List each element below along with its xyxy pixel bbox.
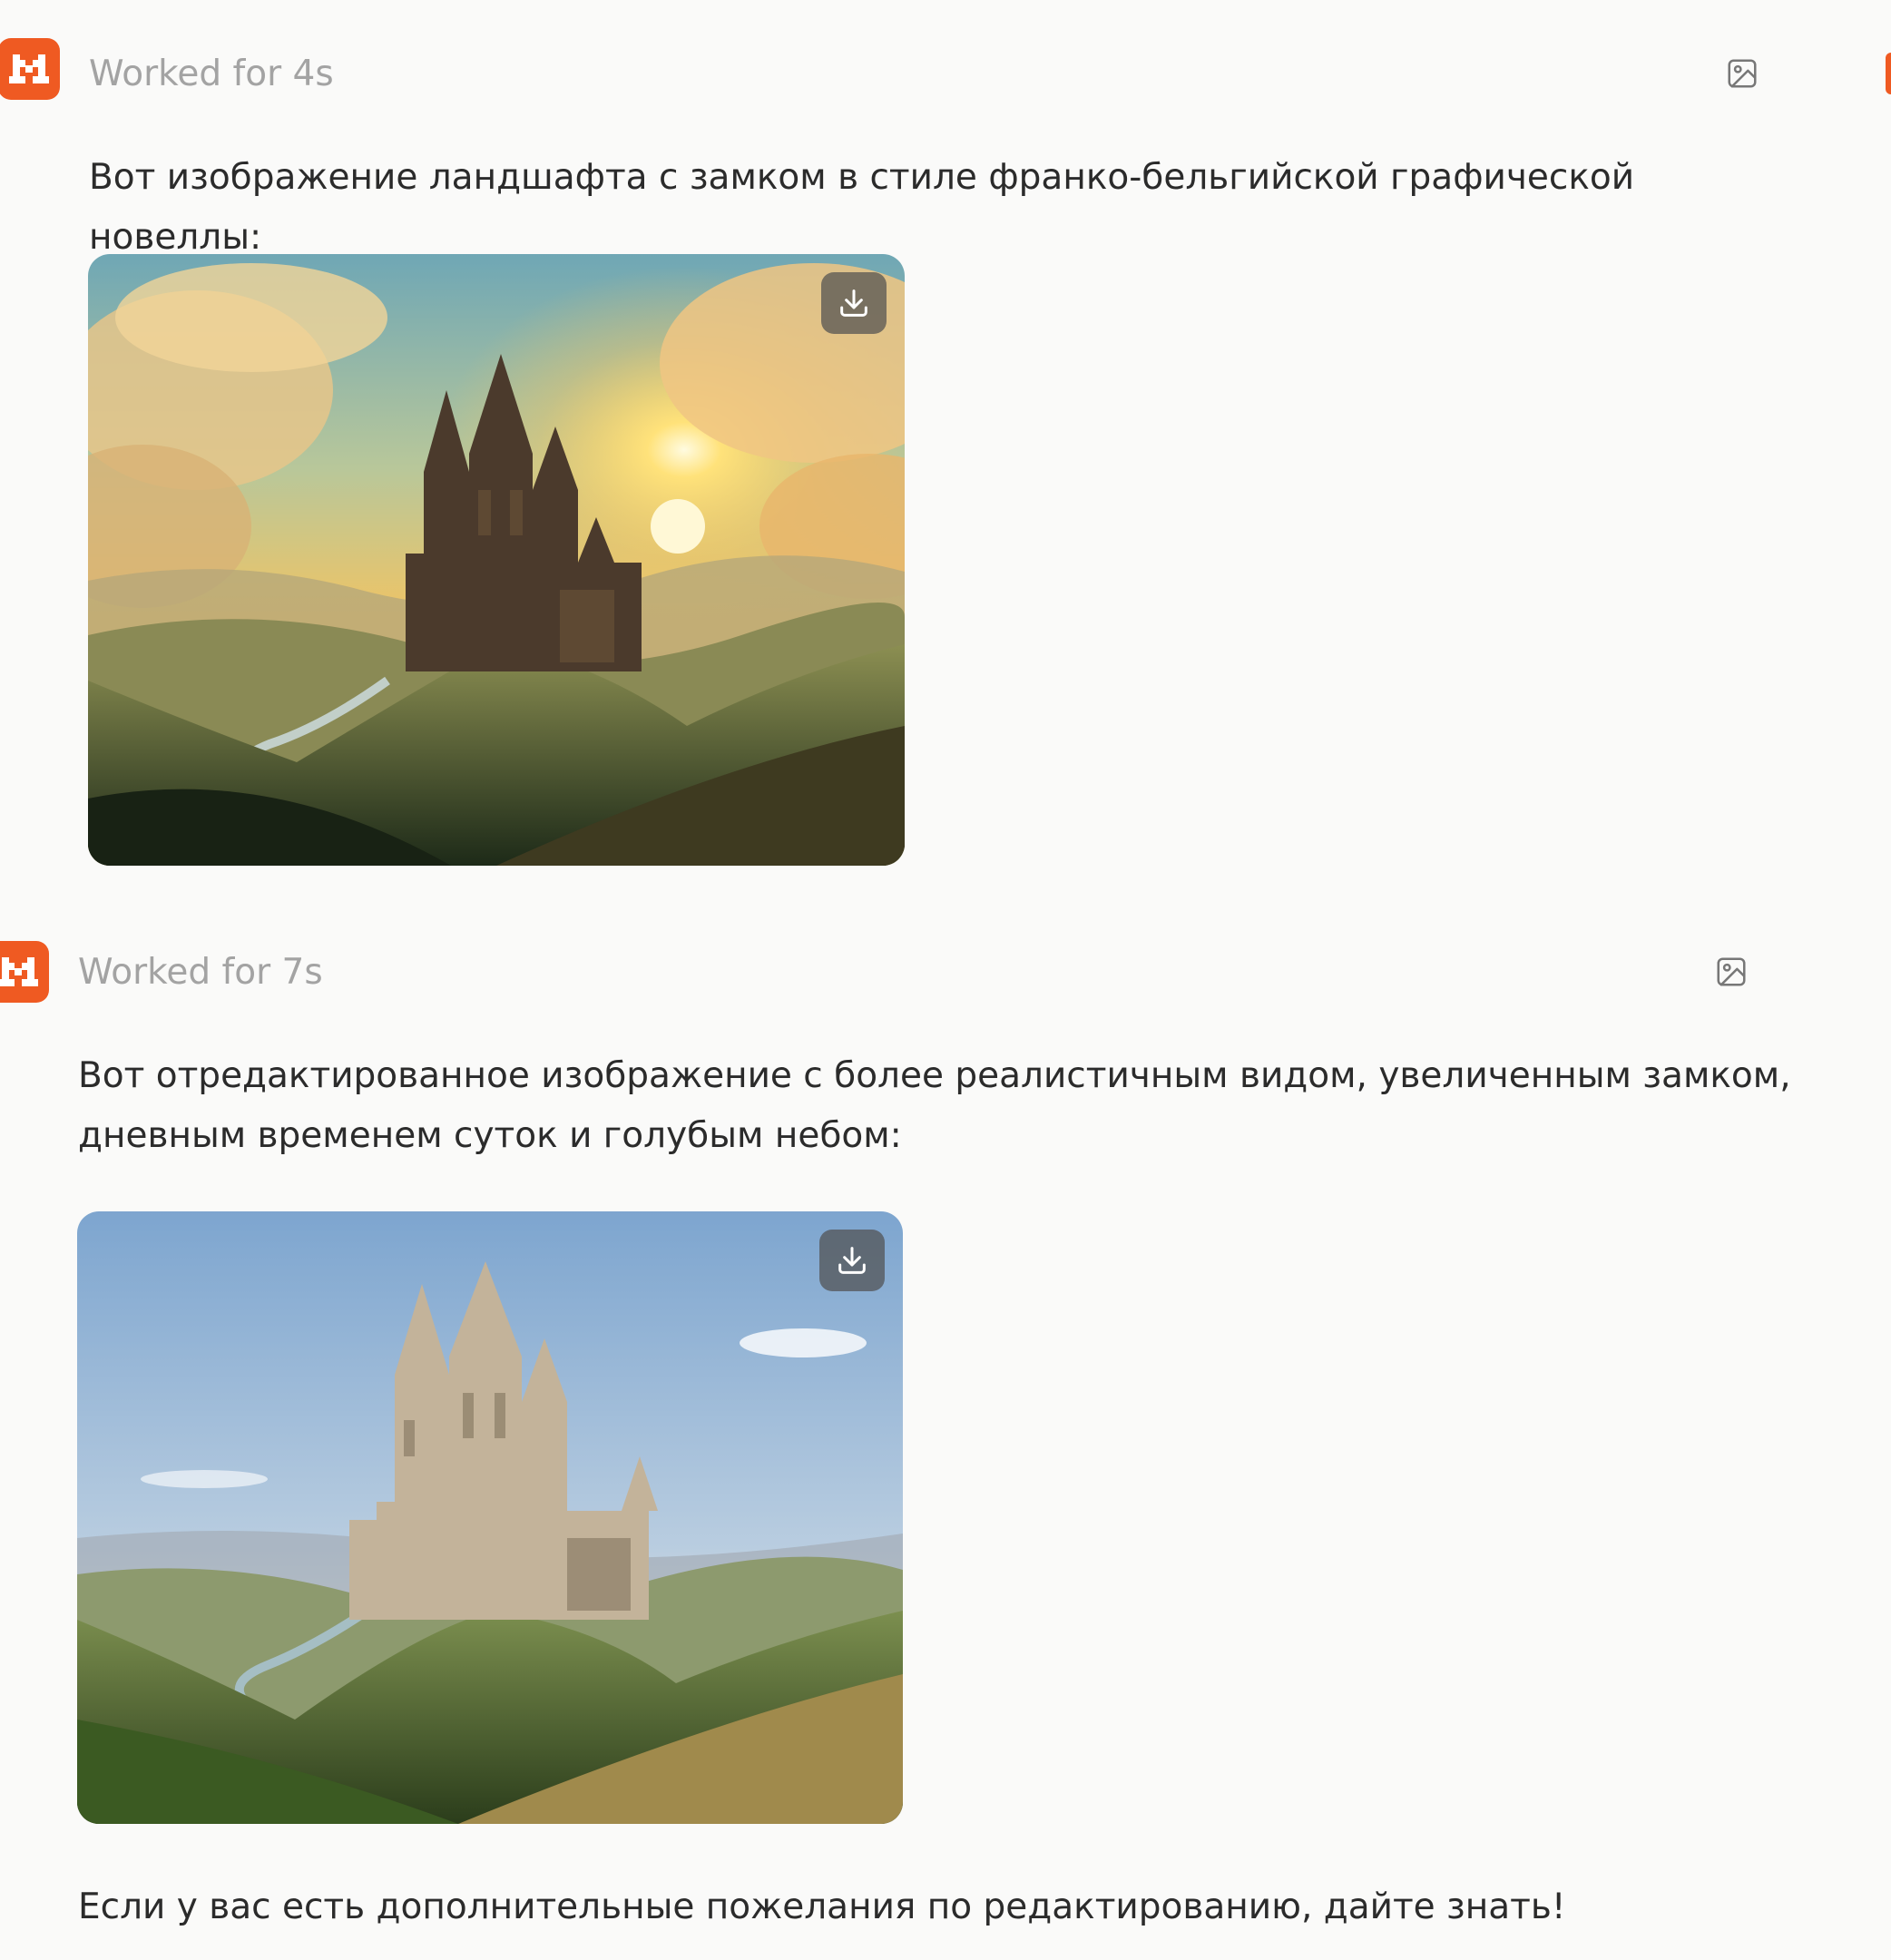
download-icon — [838, 1247, 866, 1274]
assistant-message: Вот изображение ландшафта с замком в сти… — [89, 157, 1635, 258]
download-image-button[interactable] — [821, 272, 887, 334]
edge-panel-tab[interactable] — [1886, 53, 1891, 94]
assistant-avatar — [0, 941, 49, 1003]
generated-image[interactable] — [88, 254, 905, 866]
image-action-button[interactable] — [1711, 952, 1751, 992]
castle-daytime-photo — [77, 1211, 903, 1824]
image-action-button[interactable] — [1722, 54, 1762, 93]
assistant-avatar — [0, 38, 60, 100]
work-duration-status: Worked for 4s — [89, 54, 334, 94]
assistant-message: Вот отредактированное изображение с боле… — [78, 1055, 1791, 1156]
work-duration-status: Worked for 7s — [78, 952, 323, 993]
download-icon — [840, 289, 867, 317]
chat-transcript: Worked for 4s Вот изображение ландшафта … — [0, 0, 1891, 1960]
castle-sunset-illustration — [88, 254, 905, 866]
mistral-m-icon — [9, 54, 49, 83]
image-icon — [1717, 957, 1746, 986]
assistant-followup-message: Если у вас есть дополнительные пожелания… — [78, 1886, 1566, 1927]
image-icon — [1728, 59, 1757, 88]
mistral-m-icon — [0, 957, 38, 986]
download-image-button[interactable] — [819, 1230, 885, 1291]
generated-image[interactable] — [77, 1211, 903, 1824]
